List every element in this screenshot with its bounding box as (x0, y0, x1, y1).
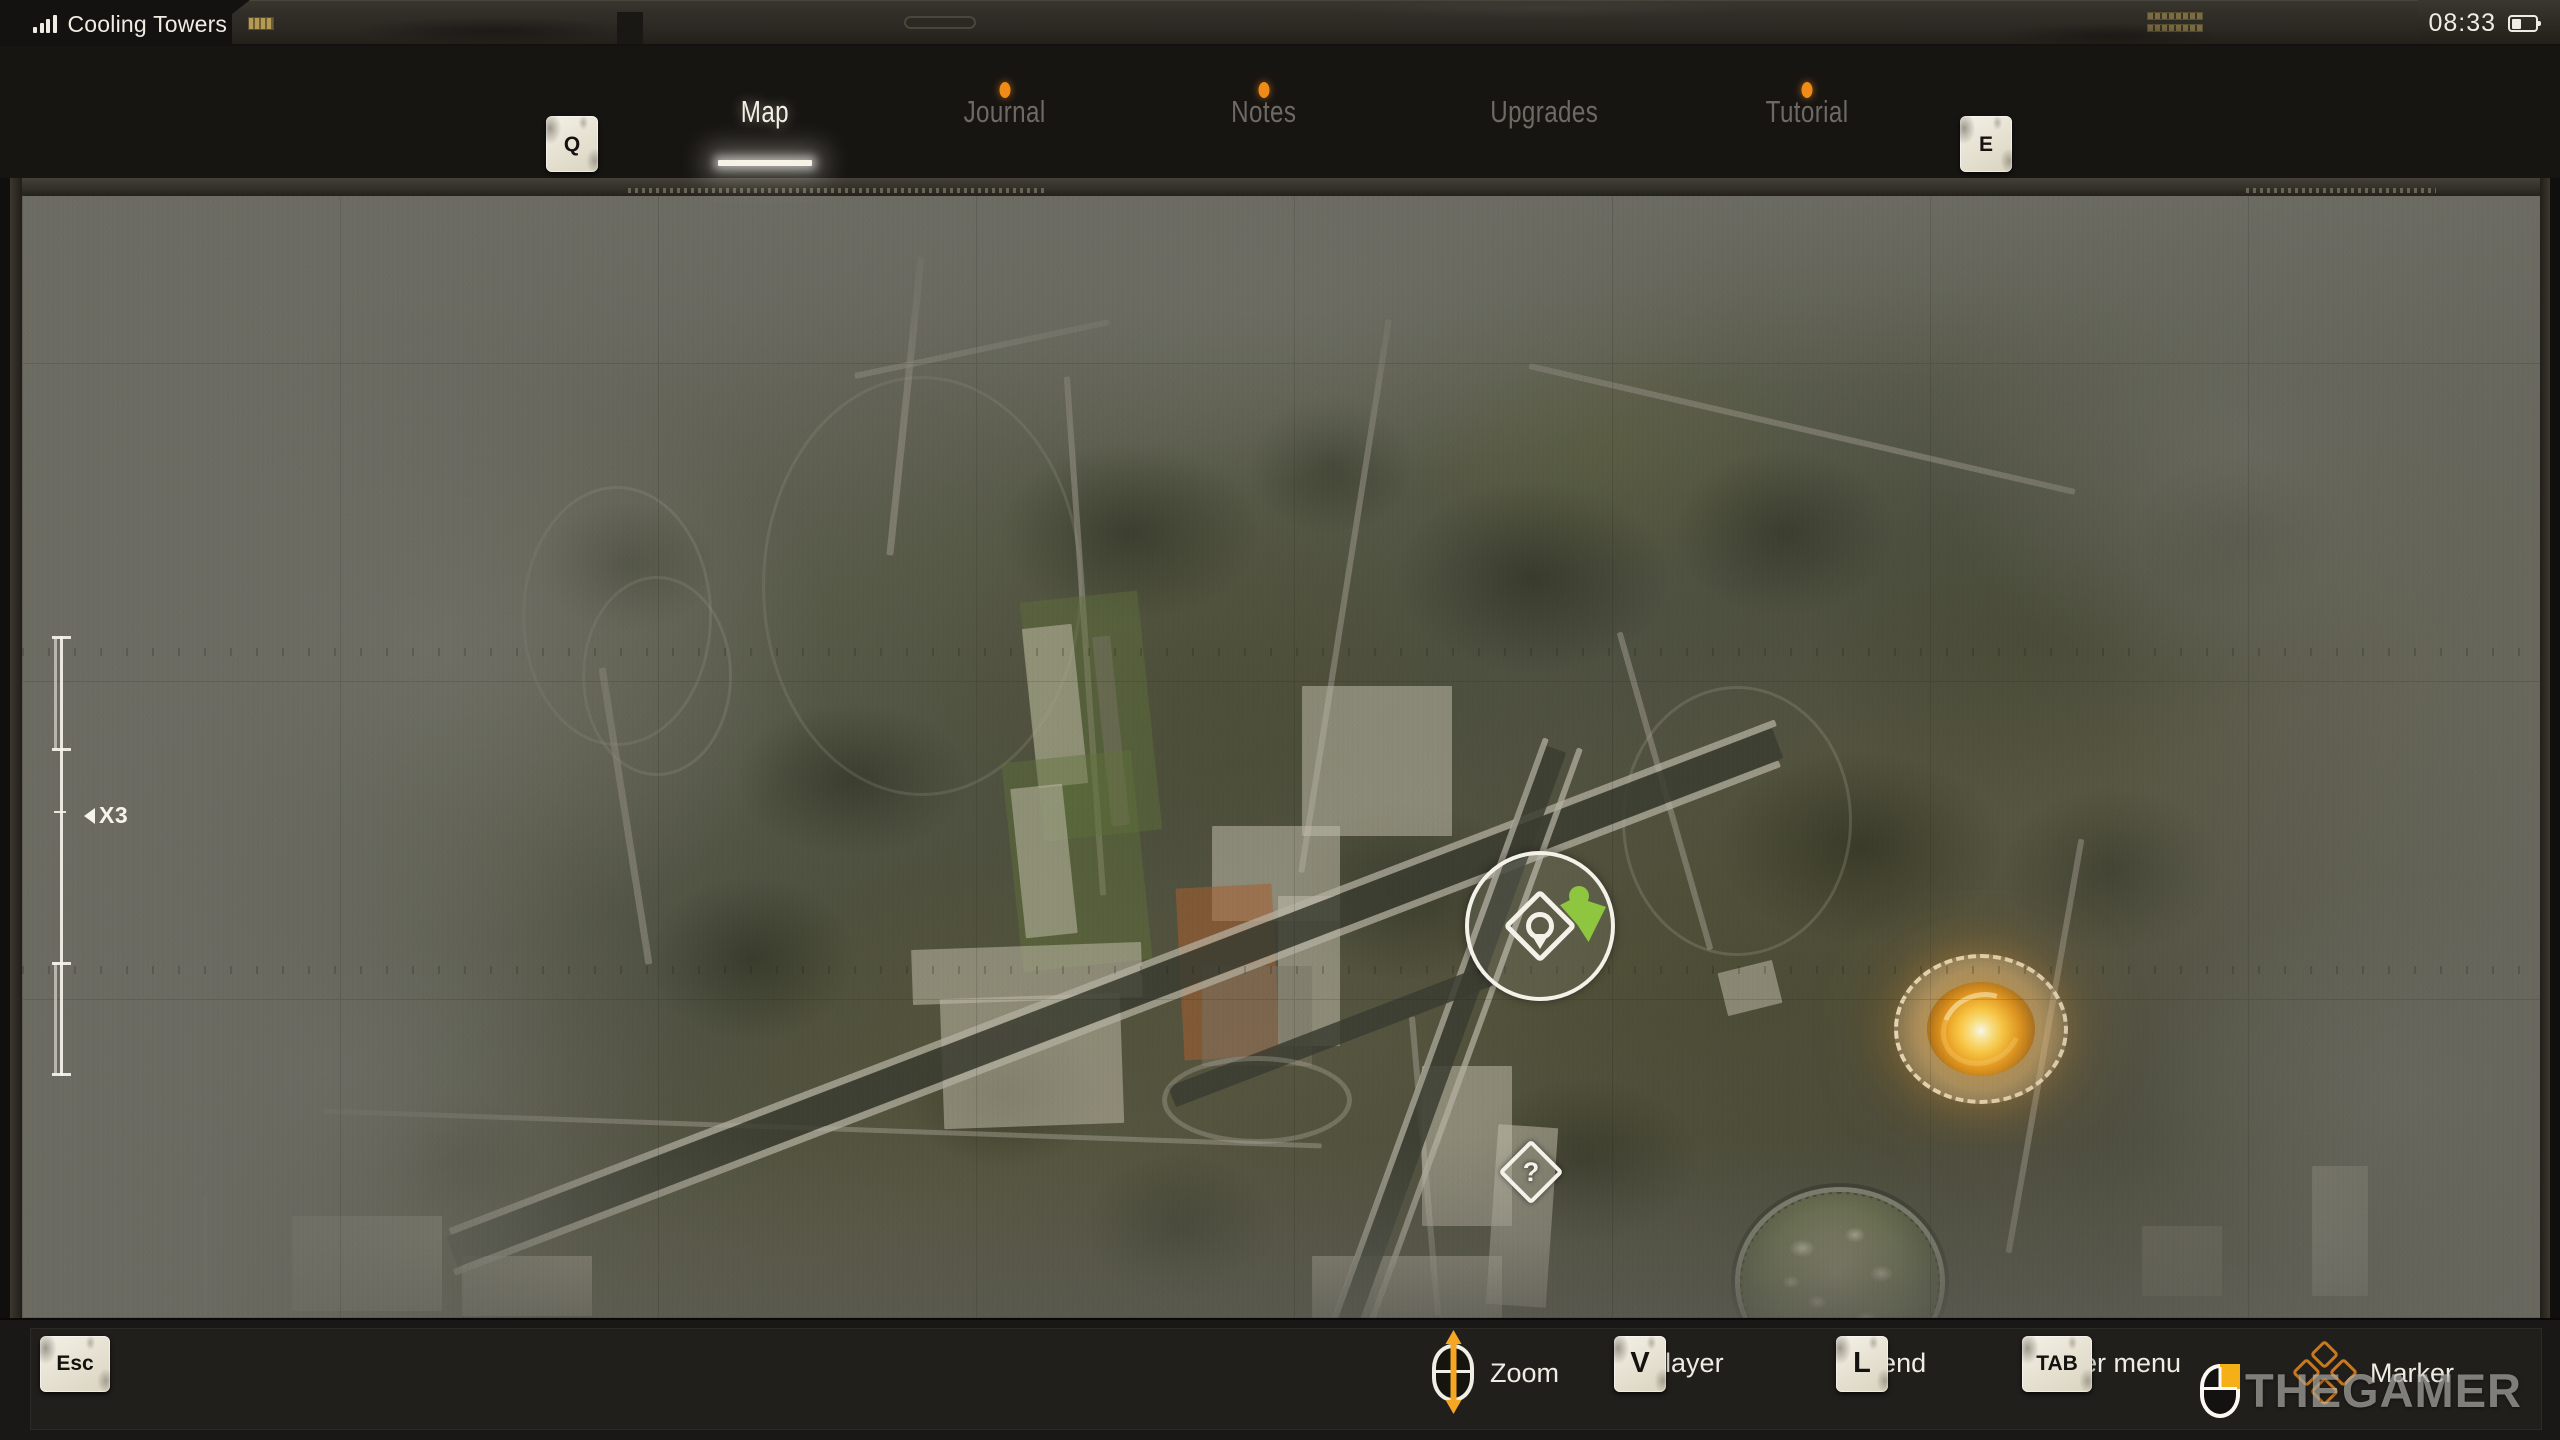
location-indicator: Cooling Towers (33, 11, 227, 37)
location-name: Cooling Towers (67, 10, 228, 37)
map-frame: ? ? (10, 178, 2550, 1318)
tab-prev-key-label: Q (563, 132, 581, 156)
footer-hint-bar: Esc Exit Zoom V To player L Legend (0, 1318, 2560, 1440)
frame-detail-strip-right (2246, 188, 2436, 193)
tab-journal[interactable]: Journal (912, 46, 1098, 178)
tab-prev-key[interactable]: Q (546, 116, 598, 172)
marker-label: Marker (2370, 1357, 2455, 1388)
mouse-scroll-icon (1432, 1330, 1474, 1414)
tab-upgrades[interactable]: Upgrades (1428, 46, 1660, 178)
tab-journal-label: Journal (963, 94, 1047, 129)
map-frame-top-edge (10, 178, 2550, 196)
exit-key-label: Esc (56, 1352, 94, 1375)
poi-label: ? (1522, 1156, 1540, 1187)
to-player-key[interactable]: V (1614, 1335, 1666, 1392)
zoom-slider-notch (52, 748, 71, 751)
top-bar-metal-plate (232, 0, 2418, 44)
player-arrow-body (1560, 897, 1606, 942)
tab-journal-notification-dot (999, 82, 1011, 98)
to-player-key-label: V (1630, 1347, 1650, 1379)
clock-time: 08:33 (2428, 9, 2496, 37)
zoom-slider-rail (60, 636, 63, 1076)
map-frame-left-edge (10, 178, 22, 1318)
tab-tutorial[interactable]: Tutorial (1700, 46, 1914, 178)
tab-active-underline (718, 160, 812, 166)
map-viewport[interactable]: ? ? (22, 196, 2540, 1318)
game-map-screen: Cooling Towers 08:33 Q Map Journal Notes (0, 0, 2560, 1440)
tab-next-key-label: E (1978, 132, 1993, 156)
tab-tutorial-label: Tutorial (1765, 94, 1849, 129)
hint-to-player[interactable]: V To player (1614, 1335, 1724, 1392)
clock-indicator: 08:33 (2428, 9, 2541, 38)
map-frame-right-edge (2540, 178, 2550, 1318)
hint-marker-menu[interactable]: TAB Marker menu (2022, 1335, 2181, 1392)
player-facing-arrow-icon (1560, 886, 1606, 942)
signal-bars-icon (33, 15, 57, 33)
zoom-slider[interactable]: X3 (44, 636, 184, 1076)
footer-hint-panel (30, 1328, 2542, 1430)
hint-zoom[interactable]: Zoom (1432, 1330, 1560, 1414)
marker-diamond-cluster-icon (2291, 1339, 2359, 1407)
player-pin-tail (1530, 934, 1550, 954)
zoom-level-value: X3 (99, 802, 129, 828)
top-status-bar: Cooling Towers 08:33 (0, 0, 2560, 46)
hint-exit[interactable]: Esc Exit (40, 1335, 110, 1392)
frame-detail-strip (628, 188, 1048, 193)
hint-legend[interactable]: L Legend (1836, 1335, 1926, 1392)
tab-map[interactable]: Map (672, 46, 858, 178)
poi-marker-unknown[interactable]: ? (1498, 1139, 1564, 1205)
legend-key[interactable]: L (1836, 1335, 1888, 1392)
marker-menu-key[interactable]: TAB (2022, 1335, 2092, 1392)
legend-key-label: L (1853, 1347, 1871, 1379)
plate-detail-gold (248, 17, 274, 30)
tab-notes[interactable]: Notes (1184, 46, 1344, 178)
zoom-slider-segment (54, 962, 57, 1074)
tab-upgrades-label: Upgrades (1490, 94, 1598, 129)
tab-notes-notification-dot (1258, 82, 1270, 98)
tab-bar: Q Map Journal Notes Upgrades Tutorial E (0, 46, 2560, 178)
exit-key[interactable]: Esc (40, 1335, 110, 1392)
battery-icon (2508, 15, 2541, 32)
zoom-slider-segment (54, 638, 57, 750)
zoom-label: Zoom (1490, 1357, 1560, 1388)
tab-list: Q Map Journal Notes Upgrades Tutorial E (0, 46, 2560, 178)
tab-notes-label: Notes (1231, 94, 1297, 129)
tab-next-key[interactable]: E (1960, 116, 2012, 172)
plate-detail-oval (904, 16, 976, 29)
tab-tutorial-notification-dot (1801, 82, 1813, 98)
marker-menu-key-label: TAB (2036, 1352, 2078, 1375)
zoom-slider-handle[interactable] (54, 811, 66, 813)
plate-detail-bars (2147, 12, 2203, 38)
zoom-slider-notch (52, 962, 71, 965)
zoom-level-indicator: X3 (84, 802, 128, 829)
tab-map-label: Map (740, 94, 790, 129)
hint-marker[interactable]: Marker (2291, 1339, 2455, 1407)
plate-detail-dark (617, 12, 643, 44)
map-texture-noise (22, 196, 2540, 1318)
left-triangle-icon (84, 807, 95, 824)
